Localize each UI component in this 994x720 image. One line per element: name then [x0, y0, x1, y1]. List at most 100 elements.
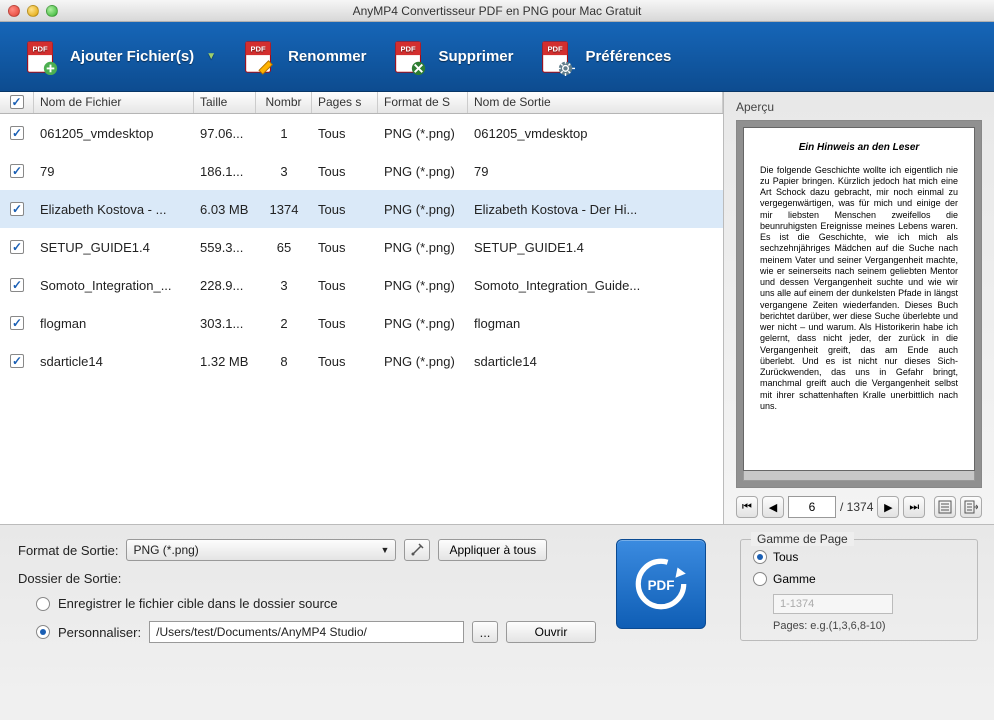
main-toolbar: PDF Ajouter Fichier(s) ▼ PDF Renommer PD… — [0, 22, 994, 92]
cell-output: flogman — [468, 313, 723, 334]
save-to-source-label: Enregistrer le fichier cible dans le dos… — [58, 596, 338, 611]
add-files-button[interactable]: PDF Ajouter Fichier(s) ▼ — [22, 38, 216, 76]
next-page-button[interactable]: ▶ — [877, 496, 899, 518]
cell-filename: sdarticle14 — [34, 351, 194, 372]
rename-label: Renommer — [288, 48, 366, 65]
cell-count: 1374 — [256, 199, 312, 220]
table-row[interactable]: 061205_vmdesktop97.06...1TousPNG (*.png)… — [0, 114, 723, 152]
output-settings: Format de Sortie: PNG (*.png) ▼ Applique… — [0, 525, 724, 698]
range-all-label: Tous — [773, 550, 798, 564]
preferences-button[interactable]: PDF Préférences — [537, 38, 671, 76]
range-custom-label: Gamme — [773, 572, 816, 586]
svg-text:PDF: PDF — [648, 578, 675, 593]
cell-filename: 79 — [34, 161, 194, 182]
cell-filename: flogman — [34, 313, 194, 334]
cell-format: PNG (*.png) — [378, 199, 468, 220]
table-row[interactable]: SETUP_GUIDE1.4559.3...65TousPNG (*.png)S… — [0, 228, 723, 266]
page-number-input[interactable] — [788, 496, 836, 518]
table-row[interactable]: sdarticle141.32 MB8TousPNG (*.png)sdarti… — [0, 342, 723, 380]
table-row[interactable]: 79186.1...3TousPNG (*.png)79 — [0, 152, 723, 190]
preview-label: Aperçu — [736, 100, 982, 114]
header-output[interactable]: Nom de Sortie — [468, 92, 723, 113]
cell-output: Somoto_Integration_Guide... — [468, 275, 723, 296]
cell-size: 6.03 MB — [194, 199, 256, 220]
row-checkbox[interactable] — [10, 354, 24, 368]
output-format-label: Format de Sortie: — [18, 543, 118, 558]
svg-text:PDF: PDF — [548, 44, 564, 53]
save-to-source-radio[interactable] — [36, 597, 50, 611]
rename-button[interactable]: PDF Renommer — [240, 38, 366, 76]
file-table: Nom de Fichier Taille Nombr Pages s Form… — [0, 92, 724, 524]
page-total-label: / 1374 — [840, 500, 873, 514]
output-folder-label: Dossier de Sortie: — [18, 571, 121, 586]
row-checkbox[interactable] — [10, 202, 24, 216]
table-body: 061205_vmdesktop97.06...1TousPNG (*.png)… — [0, 114, 723, 524]
select-all-checkbox[interactable] — [10, 95, 24, 109]
svg-text:PDF: PDF — [401, 44, 417, 53]
convert-button[interactable]: PDF — [616, 539, 706, 629]
row-checkbox[interactable] — [10, 164, 24, 178]
apply-to-all-button[interactable]: Appliquer à tous — [438, 539, 547, 561]
cell-format: PNG (*.png) — [378, 237, 468, 258]
cell-count: 1 — [256, 123, 312, 144]
prev-page-button[interactable]: ◀ — [762, 496, 784, 518]
cell-filename: 061205_vmdesktop — [34, 123, 194, 144]
cell-filename: Elizabeth Kostova - ... — [34, 199, 194, 220]
preview-scrollbar[interactable] — [743, 471, 975, 481]
row-checkbox[interactable] — [10, 316, 24, 330]
window-titlebar: AnyMP4 Convertisseur PDF en PNG pour Mac… — [0, 0, 994, 22]
page-body-text: Die folgende Geschichte wollte ich eigen… — [760, 165, 958, 413]
page-range-legend: Gamme de Page — [751, 532, 854, 546]
table-row[interactable]: flogman303.1...2TousPNG (*.png)flogman — [0, 304, 723, 342]
open-folder-button[interactable]: Ouvrir — [506, 621, 596, 643]
page-heading: Ein Hinweis an den Leser — [760, 142, 958, 155]
svg-text:PDF: PDF — [32, 44, 48, 53]
range-hint: Pages: e.g.(1,3,6,8-10) — [773, 620, 965, 632]
cell-format: PNG (*.png) — [378, 351, 468, 372]
cell-size: 186.1... — [194, 161, 256, 182]
custom-path-field[interactable]: /Users/test/Documents/AnyMP4 Studio/ — [149, 621, 464, 643]
browse-folder-button[interactable]: ... — [472, 621, 498, 643]
table-row[interactable]: Somoto_Integration_...228.9...3TousPNG (… — [0, 266, 723, 304]
cell-count: 8 — [256, 351, 312, 372]
header-pages[interactable]: Pages s — [312, 92, 378, 113]
pdf-delete-icon: PDF — [390, 38, 428, 76]
cell-filename: Somoto_Integration_... — [34, 275, 194, 296]
cell-output: Elizabeth Kostova - Der Hi... — [468, 199, 723, 220]
row-checkbox[interactable] — [10, 240, 24, 254]
page-extract-button[interactable] — [960, 496, 982, 518]
first-page-button[interactable]: ⏮ — [736, 496, 758, 518]
row-checkbox[interactable] — [10, 278, 24, 292]
last-page-button[interactable]: ⏭ — [903, 496, 925, 518]
cell-size: 1.32 MB — [194, 351, 256, 372]
page-list-button[interactable] — [934, 496, 956, 518]
header-checkbox-col[interactable] — [0, 92, 34, 113]
preview-container: Ein Hinweis an den Leser Die folgende Ge… — [736, 120, 982, 488]
output-format-value: PNG (*.png) — [133, 543, 198, 557]
header-format[interactable]: Format de S — [378, 92, 468, 113]
header-filename[interactable]: Nom de Fichier — [34, 92, 194, 113]
cell-count: 3 — [256, 161, 312, 182]
delete-button[interactable]: PDF Supprimer — [390, 38, 513, 76]
range-all-radio[interactable] — [753, 550, 767, 564]
cell-output: SETUP_GUIDE1.4 — [468, 237, 723, 258]
header-size[interactable]: Taille — [194, 92, 256, 113]
range-custom-radio[interactable] — [753, 572, 767, 586]
preview-page: Ein Hinweis an den Leser Die folgende Ge… — [743, 127, 975, 471]
custom-folder-radio[interactable] — [36, 625, 50, 639]
cell-output: 061205_vmdesktop — [468, 123, 723, 144]
header-count[interactable]: Nombr — [256, 92, 312, 113]
pdf-rename-icon: PDF — [240, 38, 278, 76]
row-checkbox[interactable] — [10, 126, 24, 140]
output-format-select[interactable]: PNG (*.png) ▼ — [126, 539, 396, 561]
cell-pages: Tous — [312, 275, 378, 296]
range-input[interactable]: 1-1374 — [773, 594, 893, 614]
table-row[interactable]: Elizabeth Kostova - ...6.03 MB1374TousPN… — [0, 190, 723, 228]
format-settings-button[interactable] — [404, 539, 430, 561]
chevron-down-icon: ▼ — [381, 545, 390, 555]
preview-panel: Aperçu Ein Hinweis an den Leser Die folg… — [724, 92, 994, 524]
window-title: AnyMP4 Convertisseur PDF en PNG pour Mac… — [0, 4, 994, 18]
cell-pages: Tous — [312, 351, 378, 372]
cell-size: 97.06... — [194, 123, 256, 144]
page-navigation: ⏮ ◀ / 1374 ▶ ⏭ — [736, 496, 982, 518]
